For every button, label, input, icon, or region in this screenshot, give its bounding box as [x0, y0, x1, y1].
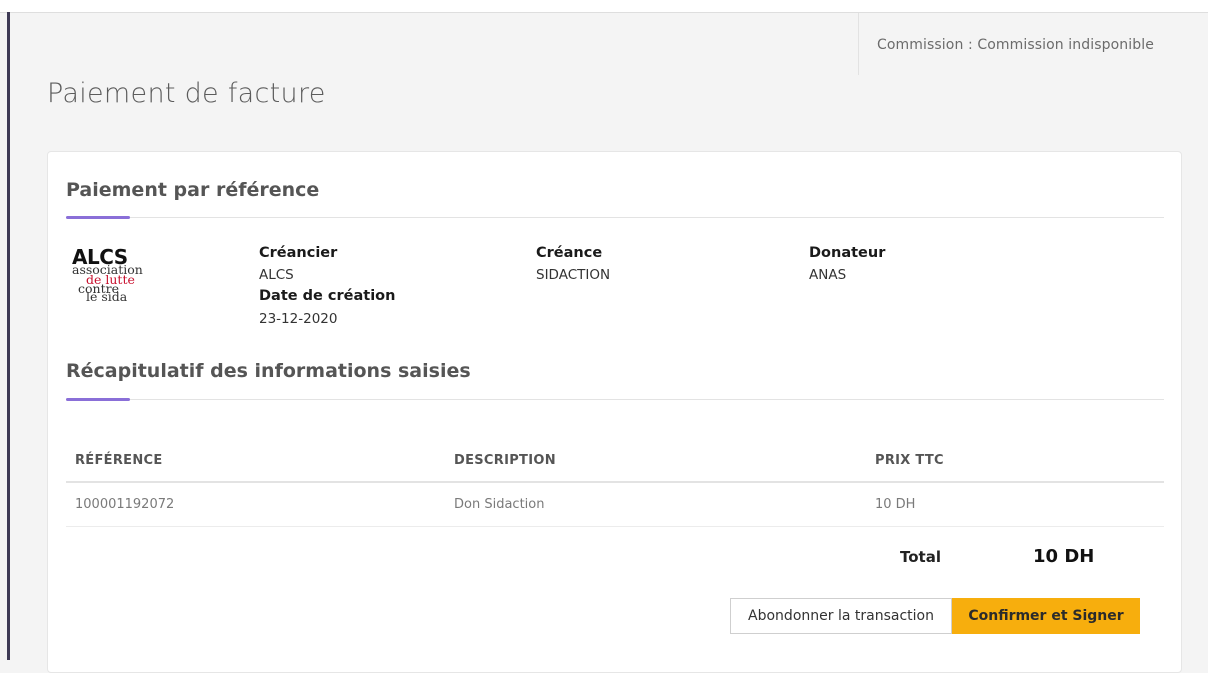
section-accent: [66, 398, 130, 401]
date-label: Date de création: [259, 288, 396, 304]
donateur-label: Donateur: [809, 245, 886, 261]
column-header-reference: RÉFÉRENCE: [75, 453, 163, 468]
payment-card: Paiement par référence ALCS association …: [47, 151, 1182, 673]
logo-line-le-sida: le sida: [86, 289, 128, 304]
page-title: Paiement de facture: [47, 78, 326, 109]
column-header-prix-ttc: PRIX TTC: [875, 453, 944, 468]
summary-section-title: Récapitulatif des informations saisies: [66, 360, 471, 382]
donateur-value: ANAS: [809, 267, 847, 283]
alcs-logo: ALCS association de lutte contre le sida: [72, 245, 152, 313]
column-header-description: DESCRIPTION: [454, 453, 556, 468]
confirm-and-sign-button[interactable]: Confirmer et Signer: [952, 598, 1140, 634]
table-header-divider: [66, 481, 1164, 483]
top-bar: [0, 0, 1208, 13]
cell-prix-ttc: 10 DH: [875, 497, 916, 512]
left-edge-bar: [7, 12, 10, 660]
cell-description: Don Sidaction: [454, 497, 545, 512]
creance-label: Créance: [536, 245, 603, 261]
section-accent: [66, 216, 130, 219]
row-divider: [66, 526, 1164, 527]
section-divider: [66, 399, 1164, 400]
abandon-transaction-button[interactable]: Abondonner la transaction: [730, 598, 952, 634]
cell-reference: 100001192072: [75, 497, 175, 512]
section-divider: [66, 217, 1164, 218]
creancier-value: ALCS: [259, 267, 294, 283]
date-value: 23-12-2020: [259, 311, 338, 327]
creancier-label: Créancier: [259, 245, 338, 261]
commission-text: Commission : Commission indisponible: [877, 37, 1154, 53]
creance-value: SIDACTION: [536, 267, 611, 283]
commission-panel: Commission : Commission indisponible: [858, 13, 1208, 75]
total-label: Total: [900, 548, 941, 566]
total-value: 10 DH: [1033, 546, 1095, 567]
reference-section-title: Paiement par référence: [66, 179, 320, 201]
